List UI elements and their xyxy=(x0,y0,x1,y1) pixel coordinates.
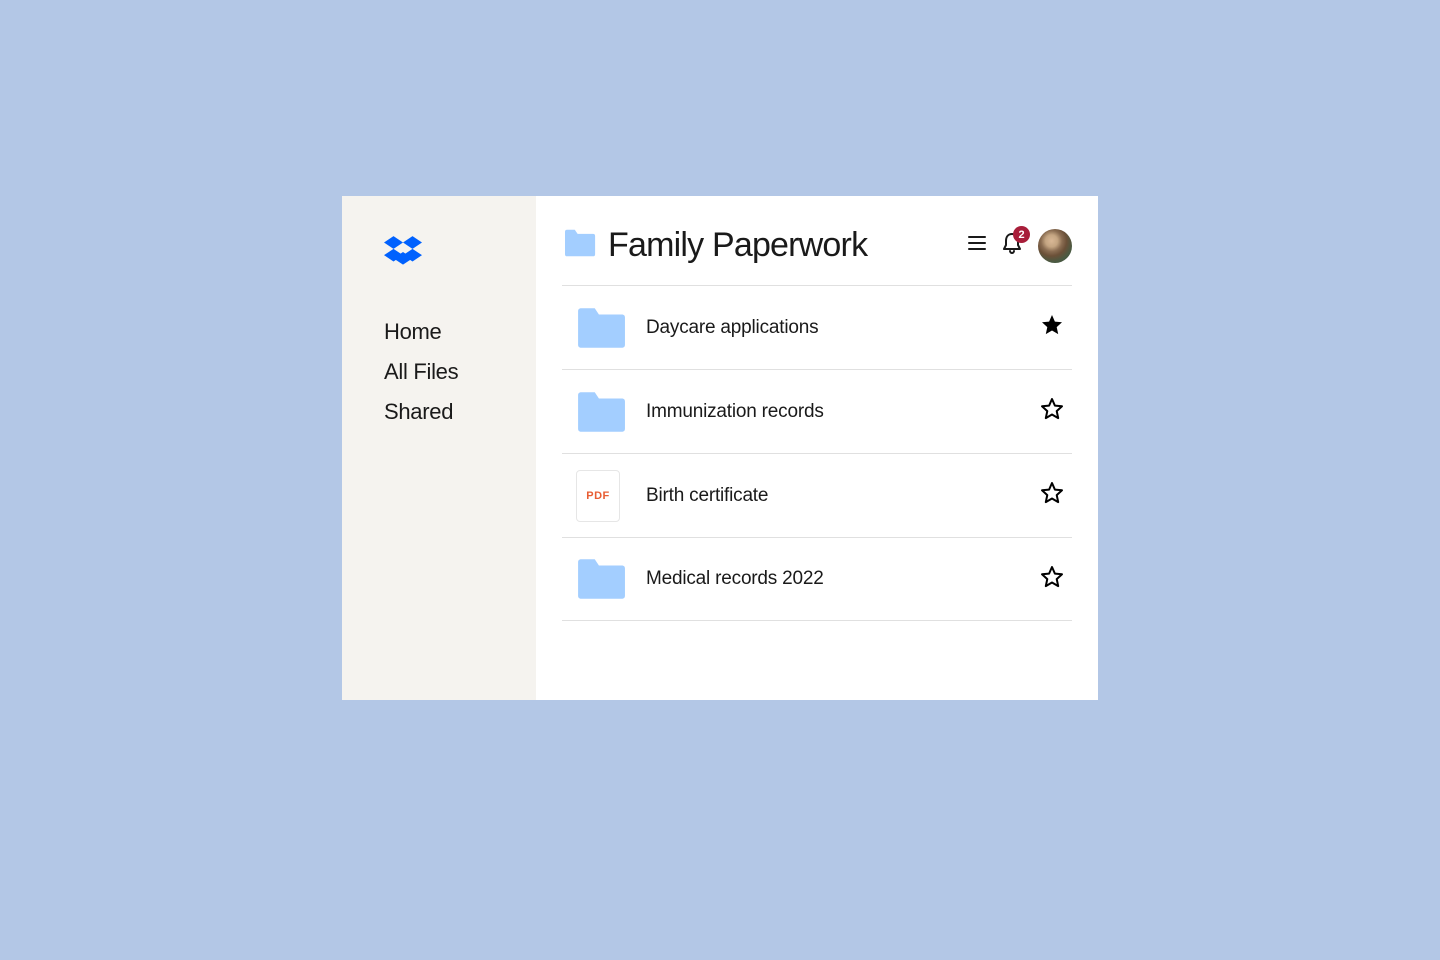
notification-badge: 2 xyxy=(1013,226,1030,243)
file-name-label: Immunization records xyxy=(646,401,1040,423)
sidebar: Home All Files Shared xyxy=(342,196,536,700)
sidebar-nav: Home All Files Shared xyxy=(384,319,536,425)
star-button[interactable] xyxy=(1040,397,1064,426)
folder-icon xyxy=(576,391,626,433)
sidebar-item-all-files[interactable]: All Files xyxy=(384,359,536,385)
header: Family Paperwork 2 xyxy=(562,226,1072,285)
menu-icon[interactable] xyxy=(968,235,986,256)
list-item[interactable]: Medical records 2022 xyxy=(562,537,1072,621)
main-content: Family Paperwork 2 xyxy=(536,196,1098,700)
list-item[interactable]: Immunization records xyxy=(562,369,1072,453)
file-name-label: Birth certificate xyxy=(646,485,1040,507)
list-item[interactable]: PDF Birth certificate xyxy=(562,453,1072,537)
folder-icon xyxy=(576,558,626,600)
file-list: Daycare applications Immunization record… xyxy=(562,285,1072,621)
app-window: Home All Files Shared Family Paperwork xyxy=(342,196,1098,700)
header-actions: 2 xyxy=(968,229,1072,263)
notification-button[interactable]: 2 xyxy=(1002,232,1022,259)
folder-icon xyxy=(576,307,626,349)
pdf-icon: PDF xyxy=(576,470,626,522)
star-outline-icon xyxy=(1040,481,1064,505)
sidebar-item-home[interactable]: Home xyxy=(384,319,536,345)
file-name-label: Medical records 2022 xyxy=(646,568,1040,590)
page-title: Family Paperwork xyxy=(608,226,956,265)
avatar[interactable] xyxy=(1038,229,1072,263)
star-outline-icon xyxy=(1040,565,1064,589)
dropbox-logo-icon[interactable] xyxy=(384,236,536,273)
list-item[interactable]: Daycare applications xyxy=(562,285,1072,369)
star-outline-icon xyxy=(1040,397,1064,421)
star-filled-icon xyxy=(1040,313,1064,337)
star-button[interactable] xyxy=(1040,313,1064,342)
star-button[interactable] xyxy=(1040,565,1064,594)
folder-icon xyxy=(562,229,596,262)
file-name-label: Daycare applications xyxy=(646,317,1040,339)
sidebar-item-shared[interactable]: Shared xyxy=(384,399,536,425)
star-button[interactable] xyxy=(1040,481,1064,510)
